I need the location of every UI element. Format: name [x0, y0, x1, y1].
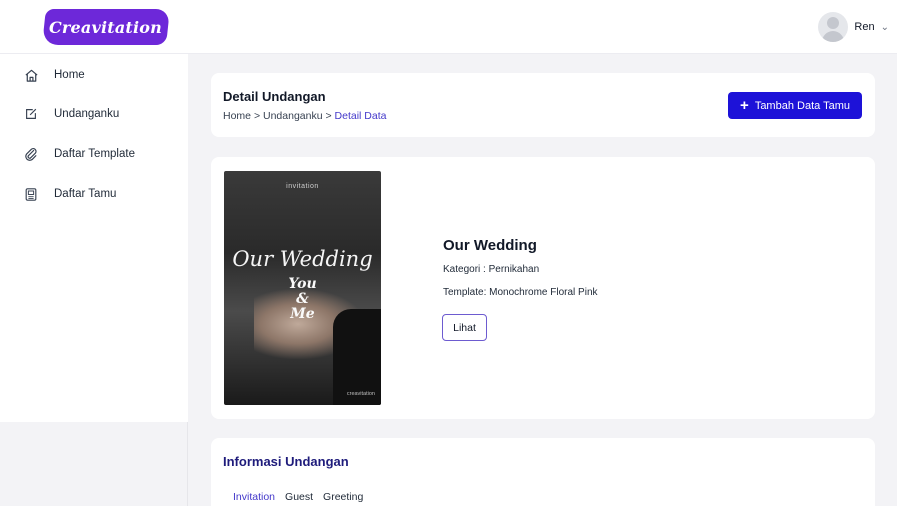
sidebar-item-label: Home: [54, 69, 85, 81]
cover-subtitle: You & Me: [224, 277, 381, 322]
add-guest-button[interactable]: + Tambah Data Tamu: [728, 92, 862, 119]
invitation-template: Template: Monochrome Floral Pink: [443, 287, 598, 298]
cover-footer-text: creavitation: [346, 391, 375, 397]
user-menu[interactable]: Ren ⌄: [818, 12, 889, 42]
sidebar-item-daftar-template[interactable]: Daftar Template: [0, 143, 188, 165]
plus-icon: +: [740, 97, 749, 114]
chevron-down-icon[interactable]: ⌄: [881, 22, 889, 33]
sidebar-footer-area: [0, 422, 188, 506]
sidebar-item-daftar-tamu[interactable]: Daftar Tamu: [0, 183, 188, 205]
edit-icon: [23, 106, 39, 122]
add-guest-button-label: Tambah Data Tamu: [754, 99, 850, 112]
paperclip-icon: [23, 146, 39, 162]
top-bar: Creavitation Ren ⌄: [0, 0, 897, 54]
tab-greeting[interactable]: Greeting: [323, 491, 363, 503]
user-avatar-icon[interactable]: [818, 12, 849, 42]
invitation-category: Kategori : Pernikahan: [443, 264, 540, 275]
sidebar-item-label: Daftar Template: [54, 148, 135, 160]
breadcrumb-home[interactable]: Home: [223, 110, 251, 122]
cover-top-text: invitation: [286, 183, 319, 190]
invitation-info-card: Informasi Undangan Invitation Guest Gree…: [211, 438, 875, 506]
breadcrumb-separator: >: [325, 110, 332, 122]
brand-logo[interactable]: Creavitation: [42, 9, 170, 45]
view-invitation-button[interactable]: Lihat: [442, 314, 487, 341]
invitation-title: Our Wedding: [443, 237, 537, 254]
home-icon: [23, 67, 39, 83]
invitation-cover-image: invitation Our Wedding You & Me creavita…: [224, 171, 381, 405]
sidebar-item-home[interactable]: Home: [0, 64, 188, 86]
breadcrumb: Home > Undanganku > Detail Data: [223, 110, 387, 122]
page-header-card: Detail Undangan Home > Undanganku > Deta…: [211, 73, 875, 137]
sidebar-item-label: Daftar Tamu: [54, 188, 117, 200]
brand-logo-text: Creavitation: [49, 17, 163, 37]
invitation-detail-card: invitation Our Wedding You & Me creavita…: [211, 157, 875, 419]
guest-list-icon: [23, 186, 39, 202]
cover-subtitle-line: &: [296, 291, 309, 307]
info-tabs: Invitation Guest Greeting: [233, 491, 363, 503]
page-title: Detail Undangan: [223, 89, 326, 104]
breadcrumb-separator: >: [253, 110, 261, 122]
cover-subtitle-line: You: [288, 276, 317, 292]
cover-subtitle-line: Me: [290, 306, 315, 322]
info-section-title: Informasi Undangan: [223, 454, 349, 469]
sidebar: Home Undanganku Daftar Template Daftar T…: [0, 54, 188, 422]
breadcrumb-current: Detail Data: [334, 110, 387, 122]
sidebar-item-undanganku[interactable]: Undanganku: [0, 103, 188, 125]
sidebar-item-label: Undanganku: [54, 108, 120, 120]
user-name[interactable]: Ren: [854, 21, 874, 33]
cover-title: Our Wedding: [232, 247, 373, 271]
breadcrumb-undanganku[interactable]: Undanganku: [263, 110, 323, 122]
tab-invitation[interactable]: Invitation: [233, 491, 275, 503]
tab-guest[interactable]: Guest: [285, 491, 313, 503]
